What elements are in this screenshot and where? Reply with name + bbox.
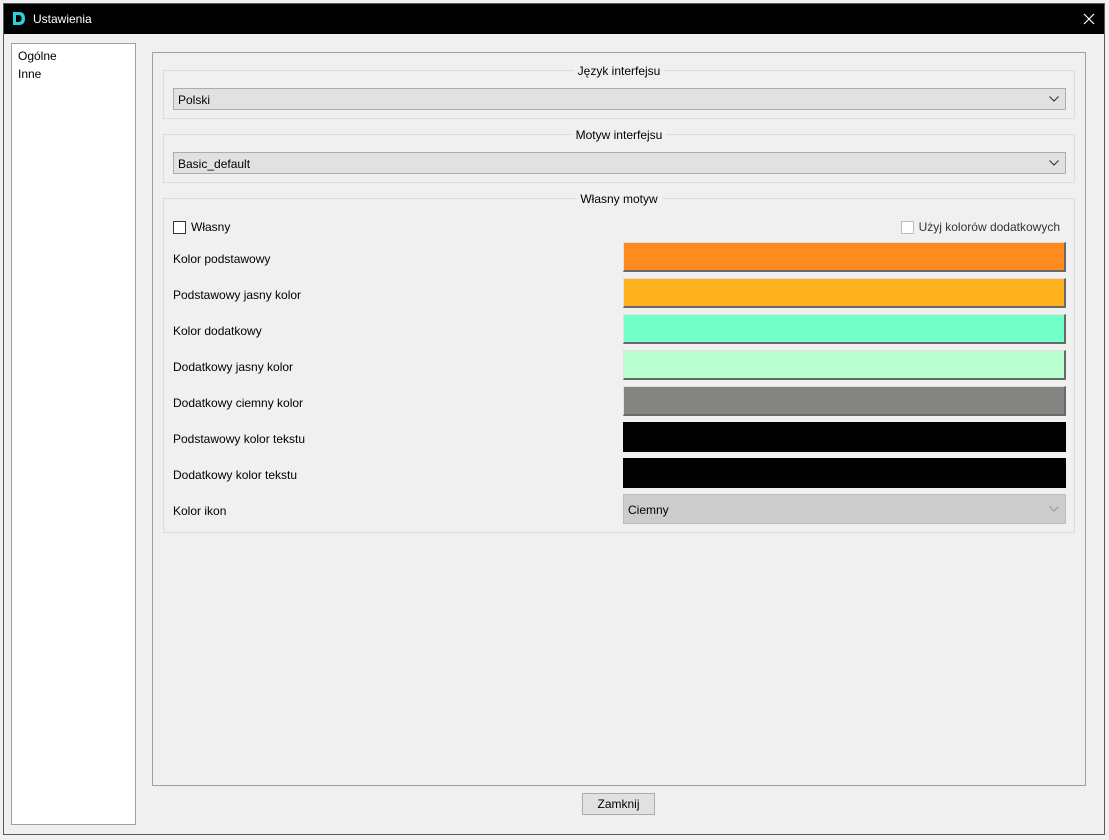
icon-color-label: Kolor ikon <box>173 504 227 518</box>
checkbox-box[interactable] <box>900 220 914 234</box>
close-icon <box>1083 13 1095 25</box>
primary-light-color-swatch[interactable] <box>623 278 1066 308</box>
theme-select[interactable]: Basic_default <box>173 152 1066 174</box>
language-select[interactable]: Polski <box>173 88 1066 110</box>
primary-color-label: Kolor podstawowy <box>173 252 271 266</box>
secondary-light-color-label: Dodatkowy jasny kolor <box>173 360 294 374</box>
custom-theme-checkbox-label: Własny <box>191 220 231 234</box>
theme-group-title: Motyw interfejsu <box>571 128 667 142</box>
icon-color-select[interactable]: Ciemny <box>623 494 1066 524</box>
language-group: Język interfejsu Polski <box>163 64 1075 119</box>
close-dialog-button[interactable]: Zamknij <box>582 793 655 815</box>
app-logo-icon <box>13 12 25 25</box>
custom-theme-group: Własny motyw Własny Użyj kolorów dodatko… <box>163 192 1075 533</box>
chevron-down-icon <box>1049 506 1059 512</box>
secondary-dark-color-swatch[interactable] <box>623 386 1066 416</box>
chevron-down-icon <box>1049 96 1059 102</box>
custom-theme-group-title: Własny motyw <box>576 192 662 206</box>
language-select-value: Polski <box>178 93 211 107</box>
custom-theme-checkbox[interactable]: Własny <box>173 220 230 234</box>
primary-color-swatch[interactable] <box>623 242 1066 272</box>
secondary-color-label: Kolor dodatkowy <box>173 324 262 338</box>
window-close-button[interactable] <box>1074 4 1104 34</box>
settings-category-list[interactable]: Ogólne Inne <box>11 43 136 825</box>
sidebar-item-general[interactable]: Ogólne <box>12 47 135 65</box>
secondary-text-color-label: Dodatkowy kolor tekstu <box>173 468 298 482</box>
secondary-dark-color-label: Dodatkowy ciemny kolor <box>173 396 304 410</box>
secondary-color-swatch[interactable] <box>623 314 1066 344</box>
additional-colors-checkbox[interactable]: Użyj kolorów dodatkowych <box>900 220 1060 234</box>
checkbox-box[interactable] <box>173 220 186 234</box>
chevron-down-icon <box>1049 160 1059 166</box>
primary-light-color-label: Podstawowy jasny kolor <box>173 288 302 302</box>
language-group-title: Język interfejsu <box>573 64 665 78</box>
sidebar-item-other[interactable]: Inne <box>12 65 135 83</box>
settings-content-panel: Język interfejsu Polski Motyw interfejsu… <box>152 52 1086 786</box>
theme-select-value: Basic_default <box>178 157 251 171</box>
primary-text-color-label: Podstawowy kolor tekstu <box>173 432 306 446</box>
theme-group: Motyw interfejsu Basic_default <box>163 128 1075 183</box>
icon-color-select-value: Ciemny <box>628 503 669 517</box>
window-title: Ustawienia <box>33 12 92 26</box>
settings-window: Ustawienia Ogólne Inne Język interfejsu … <box>3 3 1105 835</box>
secondary-light-color-swatch[interactable] <box>623 350 1066 380</box>
secondary-text-color-swatch[interactable] <box>623 458 1066 488</box>
primary-text-color-swatch[interactable] <box>623 422 1066 452</box>
title-bar: Ustawienia <box>4 4 1104 34</box>
additional-colors-checkbox-label: Użyj kolorów dodatkowych <box>918 220 1060 234</box>
